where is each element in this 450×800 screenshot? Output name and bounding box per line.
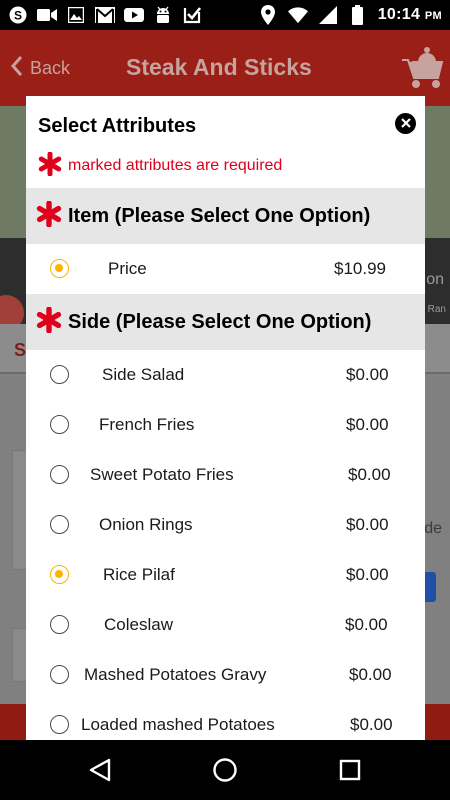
radio-button[interactable] — [50, 615, 69, 634]
youtube-icon — [124, 5, 144, 25]
app-header: Back Steak And Sticks — [0, 30, 450, 106]
option-row[interactable]: Coleslaw $0.00 — [26, 600, 425, 650]
section-header-side: Side (Please Select One Option) — [26, 294, 425, 350]
signal-icon — [318, 5, 338, 25]
recents-square-icon[interactable] — [337, 757, 363, 783]
chevron-left-icon — [10, 55, 24, 82]
option-row[interactable]: Rice Pilaf $0.00 — [26, 550, 425, 600]
radio-button[interactable] — [50, 365, 69, 384]
background-strip-text: on — [426, 271, 444, 288]
radio-button[interactable] — [50, 665, 69, 684]
system-icons: 10:14 PM — [258, 5, 442, 25]
option-price: $0.00 — [348, 465, 391, 484]
status-bar: S 10:14 PM — [0, 0, 450, 30]
option-row[interactable]: Side Salad $0.00 — [26, 350, 425, 400]
back-triangle-icon[interactable] — [87, 757, 113, 783]
back-button[interactable]: Back — [10, 55, 70, 82]
radio-button[interactable] — [50, 415, 69, 434]
option-label: French Fries — [99, 415, 195, 434]
required-note: marked attributes are required — [26, 144, 425, 188]
background-strip-small-text: Ran — [427, 304, 446, 315]
option-label: Sweet Potato Fries — [90, 465, 234, 484]
wifi-icon — [287, 5, 308, 25]
cart-icon[interactable] — [398, 40, 444, 95]
option-row[interactable]: Sweet Potato Fries $0.00 — [26, 450, 425, 500]
app-title: Steak And Sticks — [126, 54, 312, 80]
section-title: Side (Please Select One Option) — [68, 310, 372, 333]
radio-button[interactable] — [50, 515, 69, 534]
checkbox-icon — [182, 5, 202, 25]
required-asterisk-icon — [36, 199, 62, 232]
android-icon — [153, 5, 173, 25]
radio-button[interactable] — [50, 715, 69, 734]
option-price: $0.00 — [345, 615, 388, 634]
gmail-icon — [95, 5, 115, 25]
option-row[interactable]: Price $10.99 — [26, 244, 425, 294]
option-label: Loaded mashed Potatoes — [81, 715, 275, 734]
option-label: Rice Pilaf — [103, 565, 175, 584]
radio-button-selected[interactable] — [50, 259, 69, 278]
clock: 10:14 PM — [377, 6, 442, 23]
option-label: Side Salad — [102, 365, 185, 384]
option-price: $10.99 — [334, 259, 386, 278]
option-price: $0.00 — [346, 365, 389, 384]
option-row[interactable]: Mashed Potatoes Gravy $0.00 — [26, 650, 425, 700]
notification-icons: S — [8, 5, 202, 25]
background-right-text: de — [424, 520, 442, 537]
option-row[interactable]: Loaded mashed Potatoes $0.00 — [26, 700, 425, 740]
option-row[interactable]: Onion Rings $0.00 — [26, 500, 425, 550]
option-price: $0.00 — [346, 415, 389, 434]
svg-text:S: S — [14, 9, 22, 23]
option-label: Mashed Potatoes Gravy — [84, 665, 267, 684]
section-header-item: Item (Please Select One Option) — [26, 188, 425, 244]
battery-icon — [348, 5, 368, 25]
section-title: Item (Please Select One Option) — [68, 204, 371, 227]
image-icon — [66, 5, 86, 25]
option-price: $0.00 — [349, 665, 392, 684]
option-label: Coleslaw — [104, 615, 173, 634]
option-label: Price — [108, 259, 147, 278]
required-asterisk-icon — [38, 151, 62, 181]
required-note-text: marked attributes are required — [68, 157, 283, 174]
dialog-title: Select Attributes — [38, 115, 197, 137]
radio-button[interactable] — [50, 465, 69, 484]
background-tab-letter: S — [14, 340, 27, 360]
option-price: $0.00 — [346, 515, 389, 534]
option-label: Onion Rings — [99, 515, 193, 534]
back-label: Back — [30, 57, 71, 78]
video-camera-icon — [37, 5, 57, 25]
radio-button-selected[interactable] — [50, 565, 69, 584]
required-asterisk-icon — [36, 305, 62, 338]
navigation-bar — [0, 740, 450, 800]
home-circle-icon[interactable] — [212, 757, 238, 783]
option-row[interactable]: French Fries $0.00 — [26, 400, 425, 450]
close-icon — [400, 115, 411, 133]
select-attributes-dialog: Select Attributes marked attributes are … — [26, 96, 425, 740]
option-price: $0.00 — [350, 715, 393, 734]
close-button[interactable] — [395, 113, 416, 134]
location-icon — [258, 5, 278, 25]
dialog-header: Select Attributes — [26, 96, 425, 144]
option-price: $0.00 — [346, 565, 389, 584]
skype-icon: S — [8, 5, 28, 25]
